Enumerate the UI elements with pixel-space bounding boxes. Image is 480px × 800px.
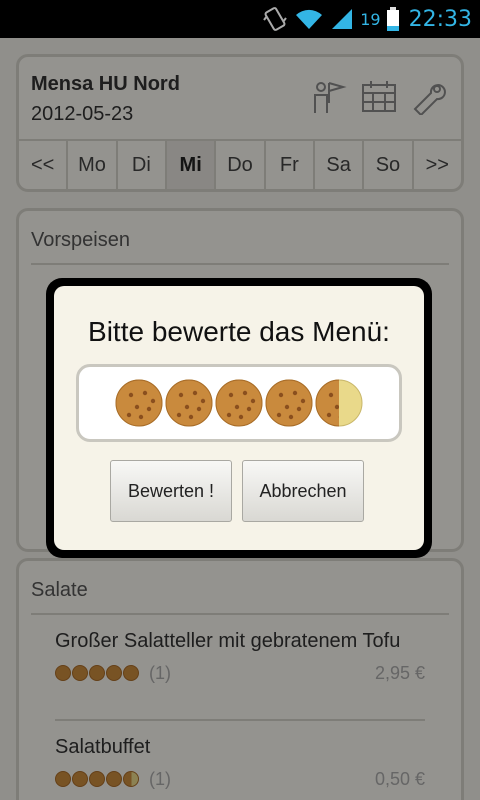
cookie-icon[interactable]	[165, 379, 213, 427]
cookie-rating-bar[interactable]	[76, 364, 402, 442]
dialog-title: Bitte bewerte das Menü:	[88, 316, 390, 347]
phone-vibrate-icon	[263, 7, 288, 31]
clock: 22:33	[408, 6, 472, 32]
cookie-icon[interactable]	[315, 379, 363, 427]
cookie-icon[interactable]	[265, 379, 313, 427]
wifi-icon	[296, 9, 323, 29]
rating-dialog: Bitte bewerte das Menü: Bewerten ! Abbre…	[46, 278, 432, 558]
signal-icon	[332, 9, 353, 29]
battery-icon	[386, 7, 399, 31]
cookie-icon[interactable]	[215, 379, 263, 427]
cookie-icon[interactable]	[115, 379, 163, 427]
status-bar: 19 22:33	[0, 0, 480, 38]
submit-rating-button[interactable]: Bewerten !	[110, 460, 232, 522]
cancel-button[interactable]: Abbrechen	[242, 460, 364, 522]
battery-level: 19	[360, 9, 381, 29]
